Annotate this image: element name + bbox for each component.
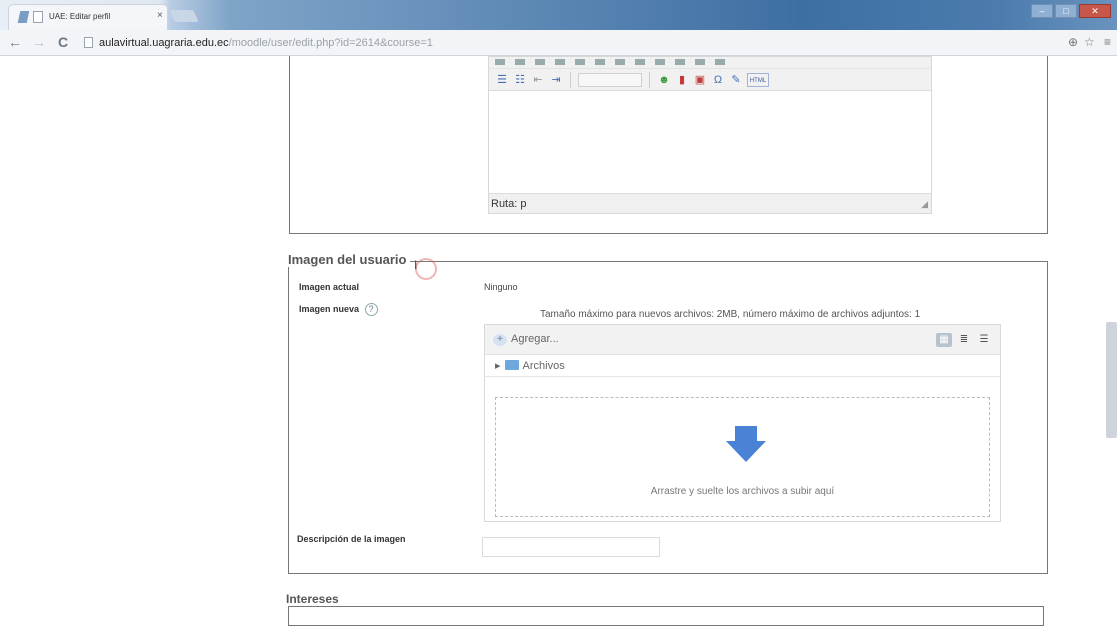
- icon-view-icon[interactable]: ▦: [936, 333, 952, 347]
- image-description-input[interactable]: [482, 537, 660, 557]
- max-file-info: Tamaño máximo para nuevos archivos: 2MB,…: [540, 309, 921, 320]
- add-file-label: Agregar...: [511, 333, 559, 345]
- current-image-label: Imagen actual: [299, 282, 360, 292]
- drop-zone[interactable]: Arrastre y suelte los archivos a subir a…: [495, 397, 990, 517]
- new-image-label-row: Imagen nueva ?: [299, 303, 378, 316]
- folder-icon: [504, 360, 519, 370]
- add-file-icon: +: [493, 334, 507, 346]
- numbered-list-icon[interactable]: ☷: [513, 73, 527, 87]
- indent-icon[interactable]: ⇥: [549, 73, 563, 87]
- browser-tab[interactable]: UAE: Editar perfil ×: [8, 4, 168, 30]
- folder-path[interactable]: ▸ Archivos: [485, 355, 1000, 377]
- current-image-value: Ninguno: [484, 282, 518, 292]
- editor-toolbar-row-1: [489, 57, 931, 69]
- url-host: aulavirtual.uagraria.edu.ec: [99, 37, 229, 49]
- rich-text-editor[interactable]: ☰ ☷ ⇤ ⇥ ☻ ▮ ▣ Ω ✎ HTML Ruta: p ◢: [488, 56, 932, 214]
- back-arrow-icon[interactable]: ←: [8, 34, 22, 50]
- bookmark-icon[interactable]: ▮: [675, 73, 689, 87]
- new-tab-button[interactable]: [169, 10, 199, 22]
- spellcheck-icon[interactable]: ✎: [729, 73, 743, 87]
- tree-view-icon[interactable]: ☰: [976, 333, 992, 347]
- click-indicator: [415, 258, 437, 280]
- page-info-icon: [84, 37, 93, 48]
- site-favicon-icon: [17, 11, 30, 23]
- down-arrow-icon: [726, 426, 766, 462]
- file-picker: + Agregar... ▦ ≣ ☰ ▸ Archivos Arrastre y s…: [484, 324, 1001, 522]
- browser-toolbar: ← → C aulavirtual.uagraria.edu.ec/moodle…: [0, 30, 1117, 56]
- tab-close-icon[interactable]: ×: [157, 10, 163, 21]
- window-controls: – □ ✕: [1031, 4, 1111, 18]
- html-source-icon[interactable]: HTML: [747, 72, 769, 87]
- description-fieldset: ☰ ☷ ⇤ ⇥ ☻ ▮ ▣ Ω ✎ HTML Ruta: p ◢: [289, 56, 1048, 234]
- browser-titlebar: UAE: Editar perfil × – □ ✕: [0, 0, 1117, 30]
- user-image-legend: Imagen del usuario: [286, 252, 411, 267]
- forward-arrow-icon[interactable]: →: [32, 34, 46, 50]
- editor-body[interactable]: [489, 91, 931, 191]
- resize-handle-icon[interactable]: ◢: [921, 199, 928, 210]
- expand-icon: ▸: [495, 360, 501, 372]
- emoticon-icon[interactable]: ☻: [657, 73, 671, 87]
- list-view-icon[interactable]: ≣: [956, 333, 972, 347]
- minimize-button[interactable]: –: [1031, 4, 1053, 18]
- maximize-button[interactable]: □: [1055, 4, 1077, 18]
- media-icon[interactable]: ▣: [693, 73, 707, 87]
- address-bar[interactable]: aulavirtual.uagraria.edu.ec/moodle/user/…: [84, 34, 1074, 52]
- close-window-button[interactable]: ✕: [1079, 4, 1111, 18]
- interests-fieldset: [288, 606, 1044, 626]
- interests-legend: Intereses: [284, 592, 343, 606]
- editor-path: Ruta: p: [489, 193, 931, 213]
- tab-title: UAE: Editar perfil: [49, 12, 111, 21]
- drop-zone-text: Arrastre y suelte los archivos a subir a…: [650, 486, 835, 497]
- zoom-icon[interactable]: ⊕: [1068, 35, 1078, 49]
- folder-label: Archivos: [522, 360, 565, 372]
- special-char-icon[interactable]: Ω: [711, 73, 725, 87]
- view-mode-switch: ▦ ≣ ☰: [936, 333, 992, 347]
- outdent-icon[interactable]: ⇤: [531, 73, 545, 87]
- help-icon[interactable]: ?: [364, 303, 378, 316]
- url-path: /moodle/user/edit.php?id=2614&course=1: [228, 37, 433, 49]
- file-picker-toolbar: + Agregar... ▦ ≣ ☰: [485, 325, 1000, 355]
- bullet-list-icon[interactable]: ☰: [495, 73, 509, 87]
- font-select[interactable]: [578, 72, 642, 87]
- reload-icon[interactable]: C: [58, 34, 68, 50]
- add-file-button[interactable]: + Agregar...: [493, 333, 559, 346]
- scrollbar-thumb[interactable]: [1106, 322, 1117, 438]
- menu-icon[interactable]: ≡: [1104, 35, 1111, 49]
- new-image-label: Imagen nueva: [299, 304, 360, 314]
- image-description-label: Descripción de la imagen: [297, 534, 406, 544]
- star-icon[interactable]: ☆: [1084, 35, 1095, 49]
- page-icon: [33, 11, 43, 23]
- text-cursor-icon: I: [414, 258, 418, 272]
- editor-toolbar-row-2: ☰ ☷ ⇤ ⇥ ☻ ▮ ▣ Ω ✎ HTML: [489, 69, 931, 91]
